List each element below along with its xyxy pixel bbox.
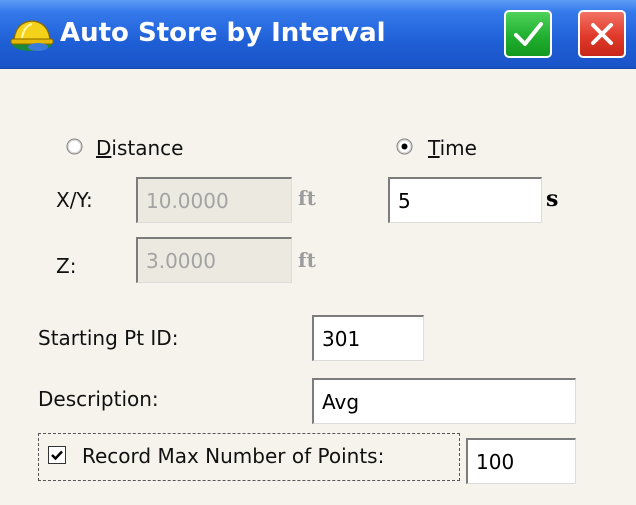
time-input[interactable] <box>388 177 542 223</box>
xy-label: X/Y: <box>56 188 93 212</box>
starting-pt-input[interactable] <box>312 315 424 361</box>
time-radio[interactable] <box>396 138 413 155</box>
description-label: Description: <box>38 387 159 411</box>
time-access-key: T <box>428 136 440 160</box>
hard-hat-icon <box>10 20 54 51</box>
time-label-rest: ime <box>439 136 477 160</box>
checkmark-icon <box>514 22 543 46</box>
distance-label[interactable]: Distance <box>96 134 183 162</box>
window-title: Auto Store by Interval <box>60 18 386 48</box>
max-points-label[interactable]: Record Max Number of Points: <box>82 442 384 470</box>
xy-input <box>136 177 292 223</box>
description-input[interactable] <box>312 378 576 424</box>
distance-access-key: D <box>96 136 112 160</box>
title-bar: Auto Store by Interval <box>0 0 636 69</box>
close-icon <box>591 23 613 45</box>
xy-unit: ft <box>298 186 316 210</box>
starting-pt-label: Starting Pt ID: <box>38 326 179 350</box>
z-unit: ft <box>298 248 316 272</box>
checkmark-icon <box>51 450 63 461</box>
distance-label-rest: istance <box>111 136 184 160</box>
distance-radio[interactable] <box>66 138 83 155</box>
max-points-input[interactable] <box>466 438 576 484</box>
close-button[interactable] <box>578 10 626 58</box>
ok-button[interactable] <box>504 10 552 58</box>
time-label[interactable]: Time <box>428 134 477 162</box>
max-points-checkbox[interactable] <box>48 446 66 464</box>
time-unit: s <box>546 186 559 212</box>
z-label: Z: <box>56 254 77 278</box>
z-input <box>136 237 292 283</box>
